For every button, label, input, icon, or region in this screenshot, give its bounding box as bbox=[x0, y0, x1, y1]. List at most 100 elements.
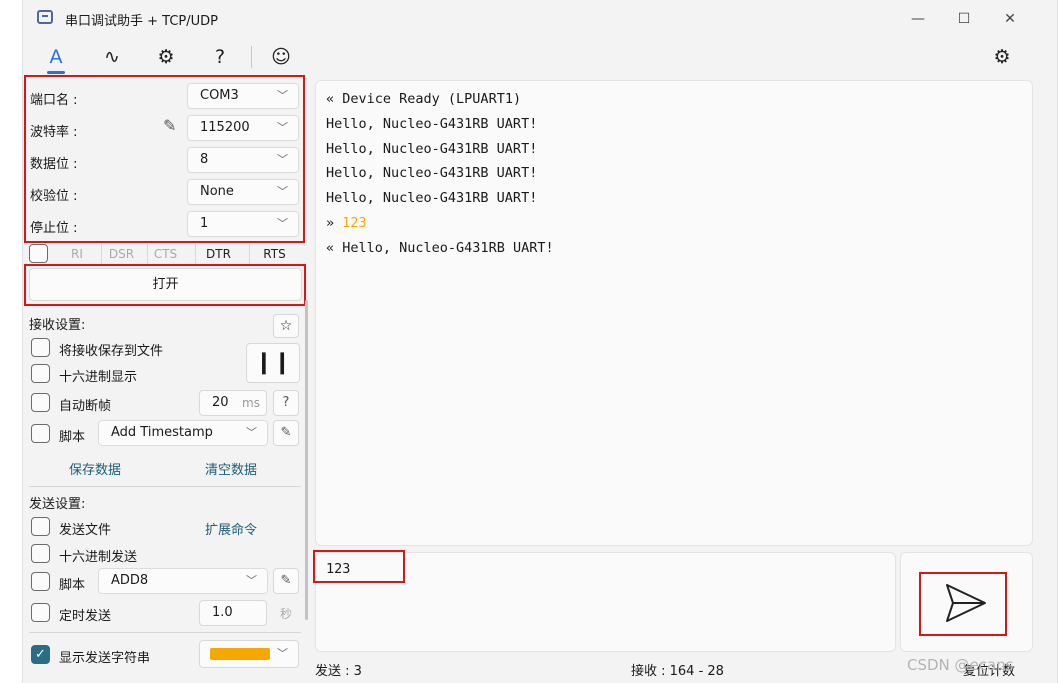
edit-icon[interactable]: ✎ bbox=[163, 116, 176, 135]
auto-frame-checkbox[interactable] bbox=[31, 393, 50, 412]
baud-value: 115200 bbox=[200, 120, 250, 135]
auto-frame-label: 自动断帧 bbox=[59, 399, 112, 414]
terminal-line-prefix: » bbox=[326, 215, 343, 231]
send-file-label: 发送文件 bbox=[59, 523, 112, 538]
show-send-string-checkbox[interactable]: ✓ bbox=[31, 645, 50, 664]
send-interval-input[interactable]: 1.0 bbox=[199, 600, 267, 626]
help-icon[interactable]: ? bbox=[205, 42, 235, 72]
minimize-button[interactable]: — bbox=[900, 6, 936, 32]
port-label: 端口名 : bbox=[30, 93, 78, 108]
extended-commands-link[interactable]: 扩展命令 bbox=[205, 519, 257, 538]
send-input-area[interactable]: 123 bbox=[315, 552, 896, 652]
settings-icon[interactable]: ⚙ bbox=[987, 42, 1017, 72]
hex-display-checkbox[interactable] bbox=[31, 364, 50, 383]
plugin-icon[interactable]: ⚙ bbox=[151, 42, 181, 72]
window-title: 串口调试助手 + TCP/UDP bbox=[65, 14, 218, 29]
waveform-icon[interactable]: ∿ bbox=[97, 42, 127, 72]
chevron-down-icon: ﹀ bbox=[277, 185, 288, 198]
serial-tab-icon[interactable]: A bbox=[41, 42, 71, 74]
port-select[interactable]: COM3 ﹀ bbox=[187, 83, 299, 109]
color-swatch bbox=[210, 648, 270, 660]
terminal-line: Hello, Nucleo-G431RB UART! bbox=[326, 165, 537, 181]
watermark: CSDN @ecans bbox=[907, 656, 1014, 674]
terminal-line: « Hello, Nucleo-G431RB UART! bbox=[326, 240, 554, 256]
send-script-value: ADD8 bbox=[111, 573, 149, 588]
sent-count: 发送 : 3 bbox=[315, 664, 362, 679]
title-bar: 串口调试助手 + TCP/UDP — ☐ ✕ bbox=[23, 0, 1059, 36]
terminal-line-prefix: « bbox=[326, 239, 343, 256]
receive-script-select[interactable]: Add Timestamp ﹀ bbox=[98, 420, 268, 446]
terminal-line-text: Device Ready (LPUART1) bbox=[342, 91, 522, 107]
databits-value: 8 bbox=[200, 152, 209, 167]
chevron-down-icon: ﹀ bbox=[246, 426, 257, 439]
pin-rts[interactable]: RTS bbox=[249, 244, 299, 264]
maximize-button[interactable]: ☐ bbox=[946, 6, 982, 32]
app-window: 串口调试助手 + TCP/UDP — ☐ ✕ A ∿ ⚙ ? ☺ ⚙ 端口名 :… bbox=[22, 0, 1058, 683]
databits-select[interactable]: 8 ﹀ bbox=[187, 147, 299, 173]
terminal-line: » 123 bbox=[326, 215, 367, 231]
terminal-line-text: Hello, Nucleo-G431RB UART! bbox=[342, 239, 554, 256]
pin-dtr[interactable]: DTR bbox=[195, 244, 241, 264]
terminal-line-text: Hello, Nucleo-G431RB UART! bbox=[326, 115, 538, 132]
send-input-text: 123 bbox=[326, 561, 351, 577]
receive-script-edit-icon[interactable]: ✎ bbox=[273, 420, 299, 446]
check-icon: ✓ bbox=[35, 647, 46, 662]
app-icon bbox=[37, 10, 53, 24]
port-value: COM3 bbox=[200, 88, 239, 103]
terminal-line: Hello, Nucleo-G431RB UART! bbox=[326, 116, 537, 132]
frame-timeout-unit: ms bbox=[242, 396, 260, 410]
pin-ri: RI bbox=[71, 247, 83, 261]
pin-dsr: DSR bbox=[101, 244, 141, 264]
pin-status-row: RI DSR CTS DTR RTS bbox=[29, 244, 303, 264]
save-to-file-checkbox[interactable] bbox=[31, 338, 50, 357]
pause-button[interactable]: ❙❙ bbox=[246, 343, 300, 383]
terminal-line-prefix: « bbox=[326, 91, 343, 107]
parity-select[interactable]: None ﹀ bbox=[187, 179, 299, 205]
send-button[interactable] bbox=[900, 552, 1033, 652]
chevron-down-icon: ﹀ bbox=[277, 89, 288, 102]
clear-data-link[interactable]: 清空数据 bbox=[205, 459, 257, 478]
send-script-edit-icon[interactable]: ✎ bbox=[273, 568, 299, 594]
emoji-icon[interactable]: ☺ bbox=[266, 42, 296, 72]
chevron-down-icon: ﹀ bbox=[246, 574, 257, 587]
parity-value: None bbox=[200, 184, 234, 199]
toolbar: A ∿ ⚙ ? ☺ ⚙ bbox=[23, 36, 1059, 76]
frame-help-button[interactable]: ? bbox=[273, 390, 299, 416]
send-settings-header: 发送设置: bbox=[29, 497, 86, 512]
left-panel-scrollbar[interactable] bbox=[305, 300, 308, 620]
send-script-checkbox[interactable] bbox=[31, 572, 50, 591]
send-interval-value: 1.0 bbox=[212, 605, 233, 620]
terminal-line: Hello, Nucleo-G431RB UART! bbox=[326, 190, 537, 206]
timed-send-checkbox[interactable] bbox=[31, 603, 50, 622]
send-script-label: 脚本 bbox=[59, 578, 86, 593]
open-port-button[interactable]: 打开 bbox=[29, 268, 302, 301]
send-file-checkbox[interactable] bbox=[31, 517, 50, 536]
chevron-down-icon: ﹀ bbox=[277, 121, 288, 134]
toolbar-divider bbox=[251, 46, 252, 68]
send-script-select[interactable]: ADD8 ﹀ bbox=[98, 568, 268, 594]
close-button[interactable]: ✕ bbox=[992, 6, 1028, 32]
frame-timeout-input[interactable]: 20 ms bbox=[199, 390, 267, 416]
receive-script-checkbox[interactable] bbox=[31, 424, 50, 443]
terminal-line-text: Hello, Nucleo-G431RB UART! bbox=[326, 165, 538, 182]
stopbits-select[interactable]: 1 ﹀ bbox=[187, 211, 299, 237]
send-color-picker[interactable]: ﹀ bbox=[199, 640, 299, 668]
chevron-down-icon: ﹀ bbox=[277, 217, 288, 230]
save-to-file-label: 将接收保存到文件 bbox=[59, 344, 164, 359]
hex-send-checkbox[interactable] bbox=[31, 544, 50, 563]
received-count: 接收 : 164 - 28 bbox=[631, 664, 724, 679]
pin-checkbox[interactable] bbox=[29, 244, 48, 263]
favorite-star-icon[interactable]: ☆ bbox=[273, 314, 299, 338]
terminal-line-text: Hello, Nucleo-G431RB UART! bbox=[326, 140, 538, 157]
divider bbox=[29, 486, 301, 487]
baud-select[interactable]: 115200 ﹀ bbox=[187, 115, 299, 141]
stopbits-value: 1 bbox=[200, 216, 209, 231]
show-send-string-label: 显示发送字符串 bbox=[59, 651, 151, 666]
save-data-link[interactable]: 保存数据 bbox=[69, 459, 121, 478]
receive-script-value: Add Timestamp bbox=[111, 425, 213, 440]
send-arrow-icon bbox=[946, 584, 986, 622]
baud-label: 波特率 : bbox=[30, 125, 78, 140]
receive-terminal[interactable]: « Device Ready (LPUART1) Hello, Nucleo-G4… bbox=[315, 80, 1033, 546]
timed-send-label: 定时发送 bbox=[59, 609, 112, 624]
terminal-line: Hello, Nucleo-G431RB UART! bbox=[326, 141, 537, 157]
